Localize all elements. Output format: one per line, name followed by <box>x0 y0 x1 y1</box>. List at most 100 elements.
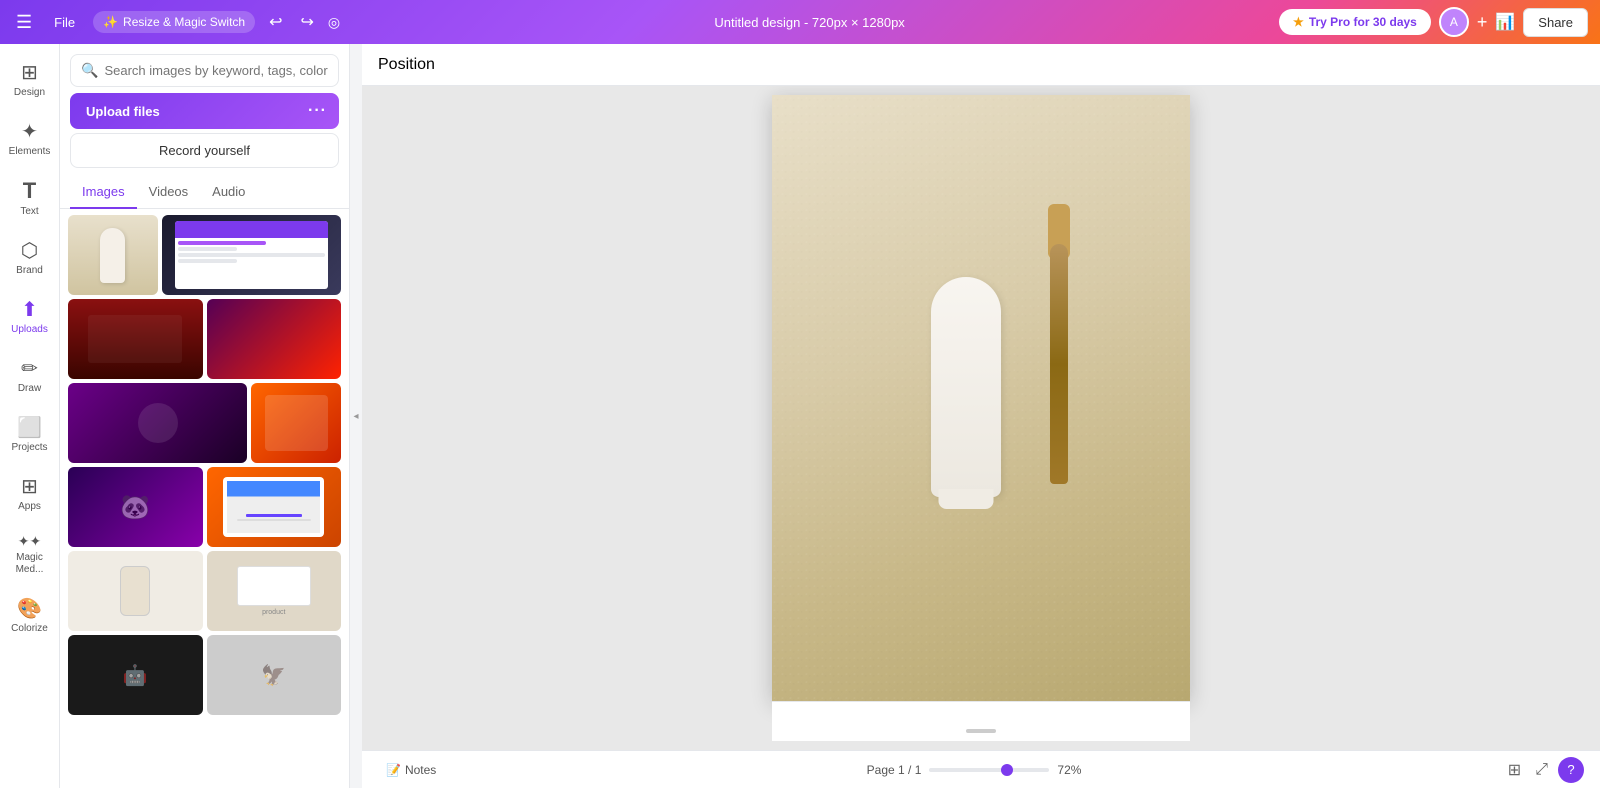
upload-files-button[interactable]: Upload files ··· <box>70 93 339 129</box>
text-icon: T <box>23 178 36 204</box>
sidebar-item-apps[interactable]: ⊞ Apps <box>3 466 57 521</box>
zoom-level: 72% <box>1057 763 1081 777</box>
search-icon: 🔍 <box>81 62 98 79</box>
grid-row-3 <box>68 383 341 463</box>
tab-images[interactable]: Images <box>70 176 137 209</box>
undo-button[interactable]: ↩ <box>265 8 286 36</box>
sidebar-item-design[interactable]: ⊞ Design <box>3 52 57 107</box>
fullscreen-icon[interactable]: ⤢ <box>1531 757 1552 783</box>
screen-body <box>175 238 327 289</box>
grid-row-5: product <box>68 551 341 631</box>
page-slider-thumb[interactable] <box>1001 764 1013 776</box>
tube-cap <box>938 489 993 509</box>
thumbnail-8[interactable] <box>207 467 342 547</box>
share-button[interactable]: Share <box>1523 8 1588 37</box>
thumbnail-2[interactable] <box>162 215 341 295</box>
try-pro-label: Try Pro for 30 days <box>1309 15 1417 29</box>
grid-row-2 <box>68 299 341 379</box>
add-collaborator-button[interactable]: + <box>1477 12 1488 33</box>
screen-header <box>175 221 327 238</box>
pro-star-icon: ★ <box>1293 15 1304 29</box>
user-avatar[interactable]: A <box>1439 7 1469 37</box>
analytics-icon[interactable]: 📊 <box>1495 12 1515 32</box>
menu-icon[interactable]: ☰ <box>12 8 36 37</box>
apps-icon: ⊞ <box>21 474 38 499</box>
sidebar-icons: ⊞ Design ✦ Elements T Text ⬡ Brand ⬆ Upl… <box>0 44 60 788</box>
thumbnail-5[interactable] <box>68 383 247 463</box>
sidebar-item-brand[interactable]: ⬡ Brand <box>3 230 57 285</box>
sidebar-item-projects[interactable]: ⬜ Projects <box>3 407 57 462</box>
magic-media-icon: ✦✦ <box>18 533 41 550</box>
thumbnail-4[interactable] <box>207 299 342 379</box>
thumbnail-9[interactable] <box>68 551 203 631</box>
uploads-search-area: 🔍 <box>60 44 349 93</box>
uploads-panel: 🔍 Upload files ··· Record yourself Image… <box>60 44 350 788</box>
sidebar-label-draw: Draw <box>18 383 41 395</box>
sidebar-label-magic-media: Magic Med... <box>7 552 53 576</box>
brush-handle <box>1050 244 1068 484</box>
tab-videos[interactable]: Videos <box>137 176 201 209</box>
sidebar-item-draw[interactable]: ✏ Draw <box>3 348 57 403</box>
sidebar-label-uploads: Uploads <box>11 324 48 336</box>
thumbnail-10[interactable]: product <box>207 551 342 631</box>
topbar-right: ★ Try Pro for 30 days A + 📊 Share <box>1279 7 1588 37</box>
panel-collapse-handle[interactable]: ◂ <box>350 44 362 788</box>
colorize-icon: 🎨 <box>17 596 42 621</box>
sidebar-item-magic-media[interactable]: ✦✦ Magic Med... <box>3 525 57 584</box>
collapse-arrow-icon: ◂ <box>353 411 358 422</box>
sidebar-item-text[interactable]: T Text <box>3 170 57 226</box>
design-canvas[interactable] <box>772 95 1190 701</box>
thumbnail-11[interactable]: 🤖 <box>68 635 203 715</box>
thumbnail-3[interactable] <box>68 299 203 379</box>
save-icon[interactable]: ◎ <box>328 14 340 31</box>
sidebar-item-uploads[interactable]: ⬆ Uploads <box>3 289 57 344</box>
brand-icon: ⬡ <box>21 238 38 263</box>
magic-switch-button[interactable]: ✨ Resize & Magic Switch <box>93 11 255 33</box>
page-indicator: Page 1 / 1 <box>867 763 922 777</box>
design-title: Untitled design - 720px × 1280px <box>714 15 904 30</box>
canvas-background <box>772 95 1190 701</box>
sidebar-label-colorize: Colorize <box>11 623 48 635</box>
projects-icon: ⬜ <box>17 415 42 440</box>
redo-button[interactable]: ↪ <box>297 8 318 36</box>
topbar-center: Untitled design - 720px × 1280px <box>350 15 1269 30</box>
uploads-grid: 🐼 <box>60 209 349 788</box>
thumbnail-1[interactable] <box>68 215 158 295</box>
canvas-toolbar: Position <box>362 44 1600 86</box>
thumbnail-6[interactable] <box>251 383 341 463</box>
product-toothbrush <box>1045 204 1073 484</box>
sidebar-label-brand: Brand <box>16 265 43 277</box>
page-slider[interactable] <box>929 768 1049 772</box>
sidebar-label-design: Design <box>14 87 45 99</box>
notes-label: Notes <box>405 763 436 777</box>
grid-row-6: 🤖 🦅 <box>68 635 341 715</box>
cursor-position <box>1292 216 1300 224</box>
screen-line <box>178 253 324 257</box>
topbar: ☰ File ✨ Resize & Magic Switch ↩ ↪ ◎ Unt… <box>0 0 1600 44</box>
record-yourself-button[interactable]: Record yourself <box>70 133 339 168</box>
sidebar-item-elements[interactable]: ✦ Elements <box>3 111 57 166</box>
sidebar-label-elements: Elements <box>9 146 51 158</box>
canvas-workspace[interactable] <box>362 86 1600 750</box>
try-pro-button[interactable]: ★ Try Pro for 30 days <box>1279 9 1431 35</box>
search-input[interactable] <box>104 63 328 78</box>
bottom-bar: 📝 Notes Page 1 / 1 72% ⊞ ⤢ ? <box>362 750 1600 788</box>
uploads-icon: ⬆ <box>21 297 38 322</box>
sidebar-item-colorize[interactable]: 🎨 Colorize <box>3 588 57 643</box>
thumbnail-7[interactable]: 🐼 <box>68 467 203 547</box>
tab-audio[interactable]: Audio <box>200 176 257 209</box>
upload-more-icon: ··· <box>308 102 327 120</box>
grid-view-icon[interactable]: ⊞ <box>1504 756 1525 784</box>
file-menu[interactable]: File <box>46 11 83 34</box>
notes-button[interactable]: 📝 Notes <box>378 759 444 781</box>
search-box[interactable]: 🔍 <box>70 54 339 87</box>
grid-row-1 <box>68 215 341 295</box>
sidebar-label-projects: Projects <box>11 442 47 454</box>
magic-switch-icon: ✨ <box>103 15 118 29</box>
bottom-right: ⊞ ⤢ ? <box>1504 756 1584 784</box>
screen-preview <box>175 221 327 289</box>
help-button[interactable]: ? <box>1558 757 1584 783</box>
sidebar-label-text: Text <box>20 206 38 218</box>
thumbnail-12[interactable]: 🦅 <box>207 635 342 715</box>
bottom-center: Page 1 / 1 72% <box>456 763 1491 777</box>
